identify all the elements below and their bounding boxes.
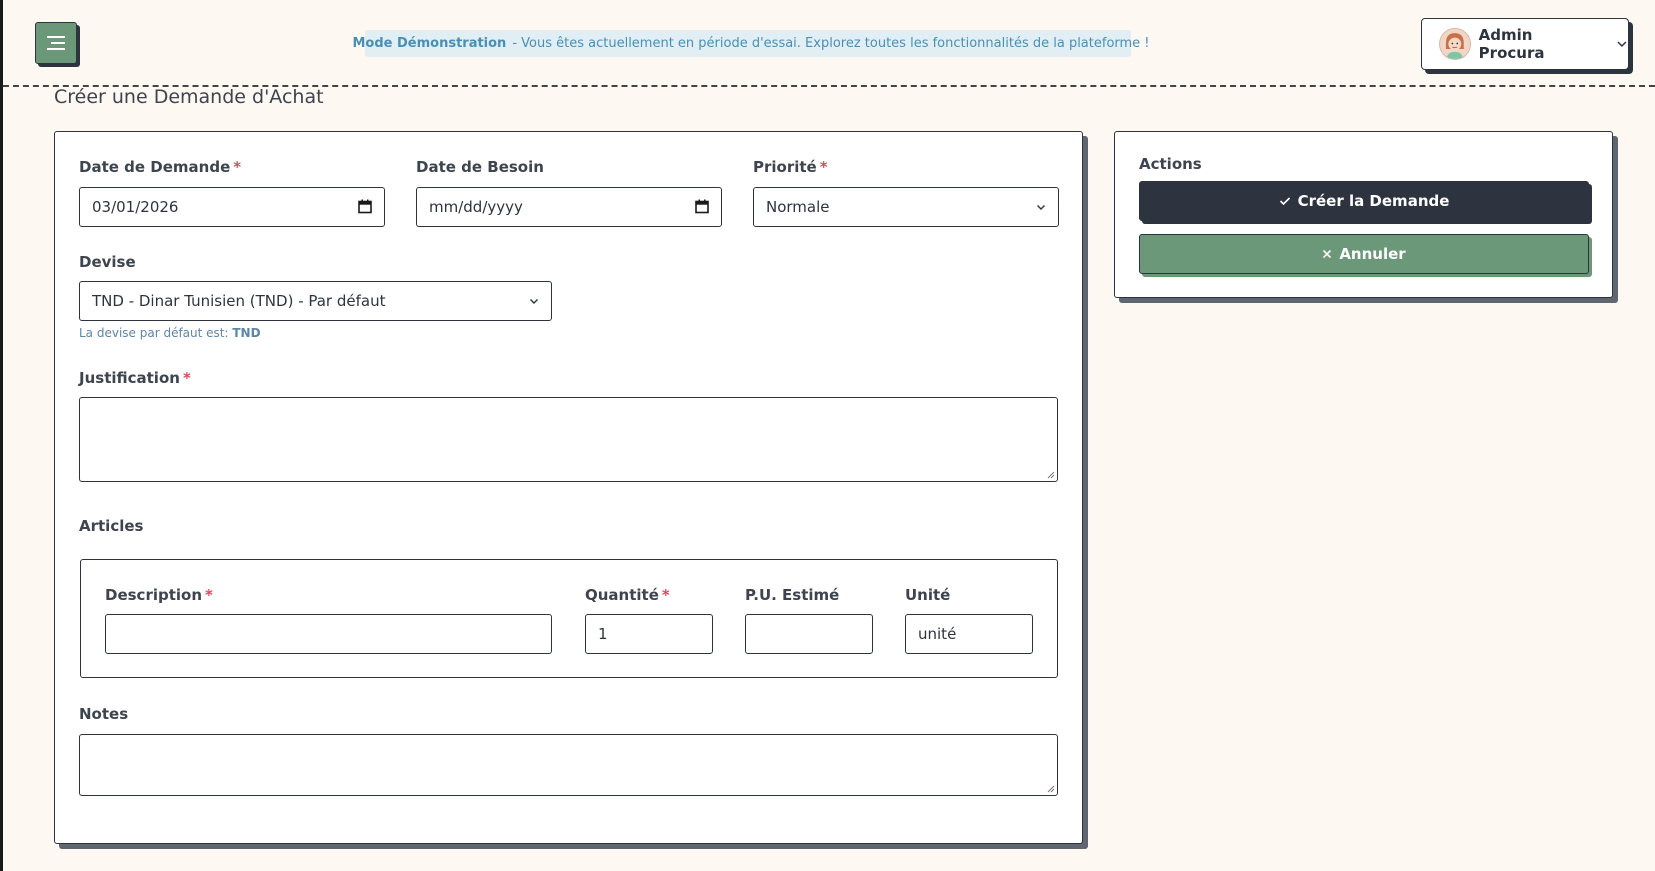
demo-mode-banner: Mode Démonstration - Vous êtes actuellem… (352, 30, 1150, 57)
top-bar: Mode Démonstration - Vous êtes actuellem… (3, 0, 1655, 87)
create-request-label: Créer la Demande (1297, 192, 1450, 210)
notes-textarea[interactable] (79, 734, 1058, 796)
description-input[interactable] (105, 614, 552, 654)
unite-value: unité (918, 625, 957, 643)
quantite-input[interactable]: 1 (585, 614, 713, 654)
devise-value: TND - Dinar Tunisien (TND) - Par défaut (92, 292, 386, 310)
demo-banner-message: - Vous êtes actuellement en période d'es… (512, 36, 1150, 51)
date-besoin-value: mm/dd/yyyy (429, 198, 523, 216)
notes-label: Notes (79, 705, 129, 723)
justification-textarea[interactable] (79, 397, 1058, 482)
demo-banner-title: Mode Démonstration (352, 36, 507, 51)
devise-select[interactable]: TND - Dinar Tunisien (TND) - Par défaut (79, 281, 552, 321)
menu-icon (47, 36, 65, 50)
cancel-button[interactable]: Annuler (1139, 234, 1589, 274)
date-demande-value: 03/01/2026 (92, 198, 179, 216)
unite-label: Unité (905, 586, 951, 604)
actions-title: Actions (1139, 155, 1202, 173)
purchase-request-form: Date de Demande * 03/01/2026 Date de Beso… (54, 131, 1083, 844)
pu-estime-label: P.U. Estimé (745, 586, 840, 604)
cancel-label: Annuler (1339, 245, 1406, 263)
menu-toggle-button[interactable] (35, 22, 77, 64)
priorite-select[interactable]: Normale (753, 187, 1059, 227)
priorite-value: Normale (766, 198, 830, 216)
date-besoin-label: Date de Besoin (416, 158, 544, 176)
chevron-down-icon (1037, 205, 1045, 210)
pu-estime-input[interactable] (745, 614, 873, 654)
devise-hint: La devise par défaut est: TND (79, 326, 261, 340)
check-icon (1279, 197, 1290, 206)
resize-grip-icon[interactable] (1047, 471, 1055, 479)
calendar-icon[interactable] (358, 199, 372, 214)
user-name: Admin Procura (1478, 26, 1545, 62)
articles-label: Articles (79, 517, 144, 535)
close-icon (1323, 249, 1332, 259)
avatar-icon (1439, 28, 1471, 60)
devise-label: Devise (79, 253, 136, 271)
justification-label: Justification * (79, 369, 191, 387)
description-label: Description * (105, 586, 213, 604)
quantite-value: 1 (598, 625, 608, 643)
user-menu-button[interactable]: Admin Procura (1421, 18, 1629, 70)
page-title: Créer une Demande d'Achat (54, 86, 324, 108)
quantite-label: Quantité * (585, 586, 670, 604)
date-demande-label: Date de Demande * (79, 158, 242, 176)
resize-grip-icon[interactable] (1047, 785, 1055, 793)
date-besoin-input[interactable]: mm/dd/yyyy (416, 187, 722, 227)
calendar-icon[interactable] (695, 199, 709, 214)
chevron-down-icon (530, 299, 538, 304)
date-demande-input[interactable]: 03/01/2026 (79, 187, 385, 227)
chevron-down-icon (1617, 41, 1627, 48)
actions-panel: Actions Créer la Demande Annuler (1114, 131, 1613, 298)
article-row: Description * Quantité * 1 P.U. Estimé Uni… (80, 559, 1058, 678)
priorite-label: Priorité * (753, 158, 828, 176)
create-request-button[interactable]: Créer la Demande (1139, 181, 1589, 221)
unite-input[interactable]: unité (905, 614, 1033, 654)
